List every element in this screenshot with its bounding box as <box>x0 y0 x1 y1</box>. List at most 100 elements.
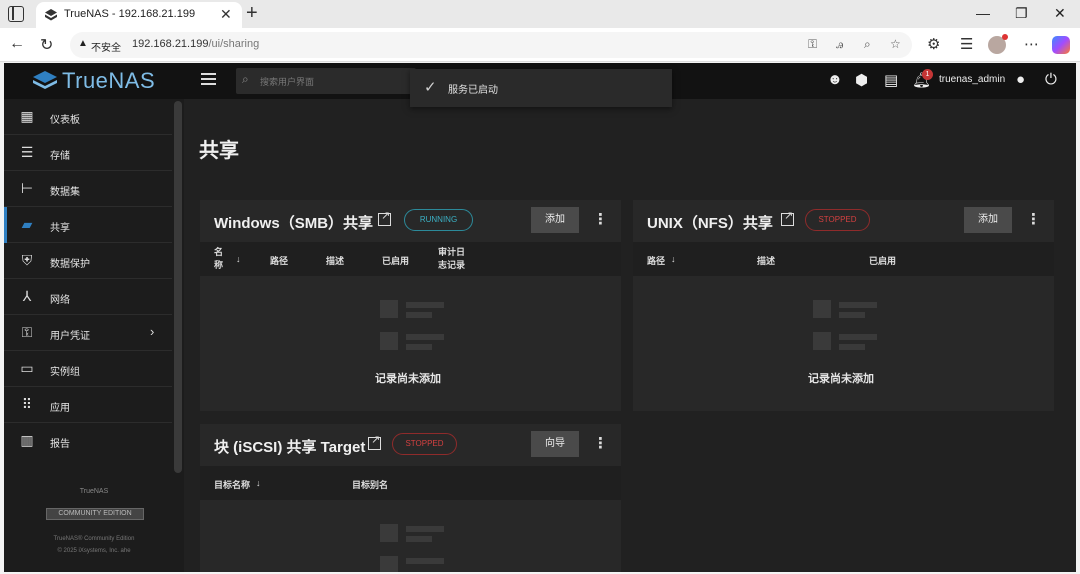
add-smb-button[interactable]: 添加 <box>531 207 579 233</box>
network-icon: ⅄ <box>22 288 32 304</box>
read-aloud-icon[interactable]: ꭿ <box>836 37 843 52</box>
sidebar-footer: TrueNAS COMMUNITY EDITION TrueNAS® Commu… <box>4 484 184 572</box>
col-audit-line-2: 志记录 <box>438 260 466 270</box>
account-icon[interactable]: ● <box>1016 71 1025 88</box>
jobs-clipboard-icon[interactable]: ▤ <box>884 71 898 89</box>
col-enabled[interactable]: 已启用 <box>382 254 409 267</box>
key-icon[interactable]: ⚿ <box>808 37 817 52</box>
truenas-app: TrueNAS ⌕ 搜索用户界面 ☻ ⬢ ▤ 🔔︎ 1 truenas_admi… <box>4 63 1076 572</box>
sort-down-icon[interactable]: ↓ <box>256 478 261 488</box>
laptop-icon: ▭ <box>20 360 34 376</box>
warning-icon[interactable]: ▲ <box>78 38 88 49</box>
col-path[interactable]: 路径 <box>647 254 665 267</box>
favorite-star-icon[interactable]: ☆ <box>890 37 901 51</box>
extensions-icon[interactable]: ⚙ <box>927 35 940 53</box>
col-description[interactable]: 描述 <box>326 254 344 267</box>
add-nfs-button[interactable]: 添加 <box>964 207 1012 233</box>
col-audit-line-1: 审计日 <box>438 247 466 257</box>
more-vert-icon[interactable]: ⋮ <box>593 434 608 452</box>
col-description[interactable]: 描述 <box>757 254 775 267</box>
new-tab-button[interactable]: + <box>246 2 258 24</box>
truecommand-icon[interactable]: ⬢ <box>855 71 868 89</box>
more-vert-icon[interactable]: ⋮ <box>593 210 608 228</box>
col-name-line-1: 名 <box>214 247 224 257</box>
edition-badge: COMMUNITY EDITION <box>46 508 144 520</box>
sort-down-icon[interactable]: ↓ <box>236 254 241 264</box>
footer-brand: TrueNAS <box>79 488 109 495</box>
sidebar-item-dashboard[interactable]: ▦ 仪表板 <box>4 99 172 135</box>
sidebar-item-label: 应用 <box>50 403 70 414</box>
apps-icon: ⠿ <box>21 396 33 412</box>
sidebar-item-label: 用户凭证 <box>50 331 90 342</box>
restore-icon[interactable]: ❐ <box>1015 5 1028 22</box>
back-icon[interactable]: ← <box>9 35 25 53</box>
power-icon[interactable]: ⏻ <box>1045 71 1057 88</box>
sidebar-item-label: 数据保护 <box>50 259 90 270</box>
sidebar-item-shares[interactable]: ▰ 共享 <box>4 207 172 243</box>
col-enabled[interactable]: 已启用 <box>869 254 896 267</box>
shares-icon: ▰ <box>21 216 33 232</box>
user-name[interactable]: truenas_admin <box>939 74 1005 85</box>
sidebar-item-apps[interactable]: ⠿ 应用 <box>4 387 172 423</box>
chevron-right-icon: › <box>150 324 155 339</box>
sidebar-item-label: 仪表板 <box>50 115 80 126</box>
empty-state-text: 记录尚未添加 <box>808 373 874 385</box>
browser-tab[interactable]: TrueNAS - 192.168.21.199 ✕ <box>36 2 242 28</box>
empty-placeholder-icon <box>813 300 877 350</box>
smb-shares-card: Windows（SMB）共享 RUNNING 添加 ⋮ 名称 ↓ 路径 描述 已… <box>200 200 621 411</box>
tab-close-icon[interactable]: ✕ <box>220 6 232 23</box>
sidebar-toggle-icon[interactable] <box>8 6 24 22</box>
dashboard-icon: ▦ <box>20 108 34 124</box>
sidebar-item-label: 存储 <box>50 151 70 162</box>
smiley-icon[interactable]: ☻ <box>827 71 843 88</box>
col-target-alias[interactable]: 目标别名 <box>352 478 388 491</box>
col-name[interactable]: 名称 <box>214 246 223 272</box>
profile-avatar[interactable] <box>988 34 1008 54</box>
sort-down-icon[interactable]: ↓ <box>671 254 676 264</box>
minimize-icon[interactable]: — <box>976 5 990 21</box>
sidebar-scrollbar[interactable] <box>174 101 182 473</box>
external-link-icon[interactable] <box>368 433 381 450</box>
datasets-icon: ⊢ <box>20 180 34 196</box>
sidebar-item-credentials[interactable]: ⚿ 用户凭证 › <box>4 315 172 351</box>
url-text[interactable]: 192.168.21.199/ui/sharing <box>132 38 259 50</box>
external-link-icon[interactable] <box>378 209 391 226</box>
wizard-button[interactable]: 向导 <box>531 431 579 457</box>
sidebar-item-label: 共享 <box>50 223 70 234</box>
sidebar-item-label: 数据集 <box>50 187 80 198</box>
sidebar: ▦ 仪表板 ☰ 存储 ⊢ 数据集 ▰ 共享 ⛨ 数据保护 ⅄ 网络 ⚿ 用户凭证… <box>4 99 184 572</box>
empty-placeholder-icon <box>380 300 444 350</box>
address-row: ← ↻ ▲ 不安全 192.168.21.199/ui/sharing ⚿ ꭿ … <box>0 28 1080 62</box>
empty-state-text: 记录尚未添加 <box>375 373 441 385</box>
reload-icon[interactable]: ↻ <box>40 35 53 55</box>
favorites-icon[interactable]: ☰ <box>960 35 973 53</box>
sidebar-item-data-protection[interactable]: ⛨ 数据保护 <box>4 243 172 279</box>
close-window-icon[interactable]: ✕ <box>1054 5 1066 22</box>
zoom-icon[interactable]: ⌕ <box>864 37 871 52</box>
search-placeholder: 搜索用户界面 <box>260 77 315 87</box>
col-path[interactable]: 路径 <box>270 254 288 267</box>
toast-text: 服务已启动 <box>448 85 498 96</box>
address-bar[interactable]: ▲ 不安全 192.168.21.199/ui/sharing ⚿ ꭿ ⌕ ☆ <box>70 32 912 58</box>
url-path: /ui/sharing <box>208 38 260 50</box>
sidebar-item-instances[interactable]: ▭ 实例组 <box>4 351 172 387</box>
insecure-label[interactable]: 不安全 <box>91 39 121 54</box>
copilot-icon[interactable] <box>1052 36 1070 54</box>
col-target-name[interactable]: 目标名称 <box>214 478 250 491</box>
sidebar-item-reports[interactable]: ▥ 报告 <box>4 423 172 459</box>
sidebar-item-storage[interactable]: ☰ 存储 <box>4 135 172 171</box>
reports-icon: ▥ <box>20 432 34 448</box>
truenas-logo-icon <box>33 71 57 89</box>
status-badge: STOPPED <box>392 433 457 455</box>
col-audit-logging[interactable]: 审计日 志记录 <box>438 246 465 272</box>
toast-notification: ✓ 服务已启动 <box>410 69 672 107</box>
more-vert-icon[interactable]: ⋮ <box>1026 210 1041 228</box>
external-link-icon[interactable] <box>781 209 794 226</box>
search-input[interactable]: ⌕ 搜索用户界面 <box>236 68 416 94</box>
more-icon[interactable]: ⋯ <box>1024 35 1039 53</box>
sidebar-item-datasets[interactable]: ⊢ 数据集 <box>4 171 172 207</box>
tab-bar: TrueNAS - 192.168.21.199 ✕ + — ❐ ✕ <box>0 0 1080 28</box>
copyright-line-2: © 2025 iXsystems, Inc. ahe <box>57 548 131 554</box>
menu-icon[interactable] <box>201 73 216 85</box>
sidebar-item-network[interactable]: ⅄ 网络 <box>4 279 172 315</box>
